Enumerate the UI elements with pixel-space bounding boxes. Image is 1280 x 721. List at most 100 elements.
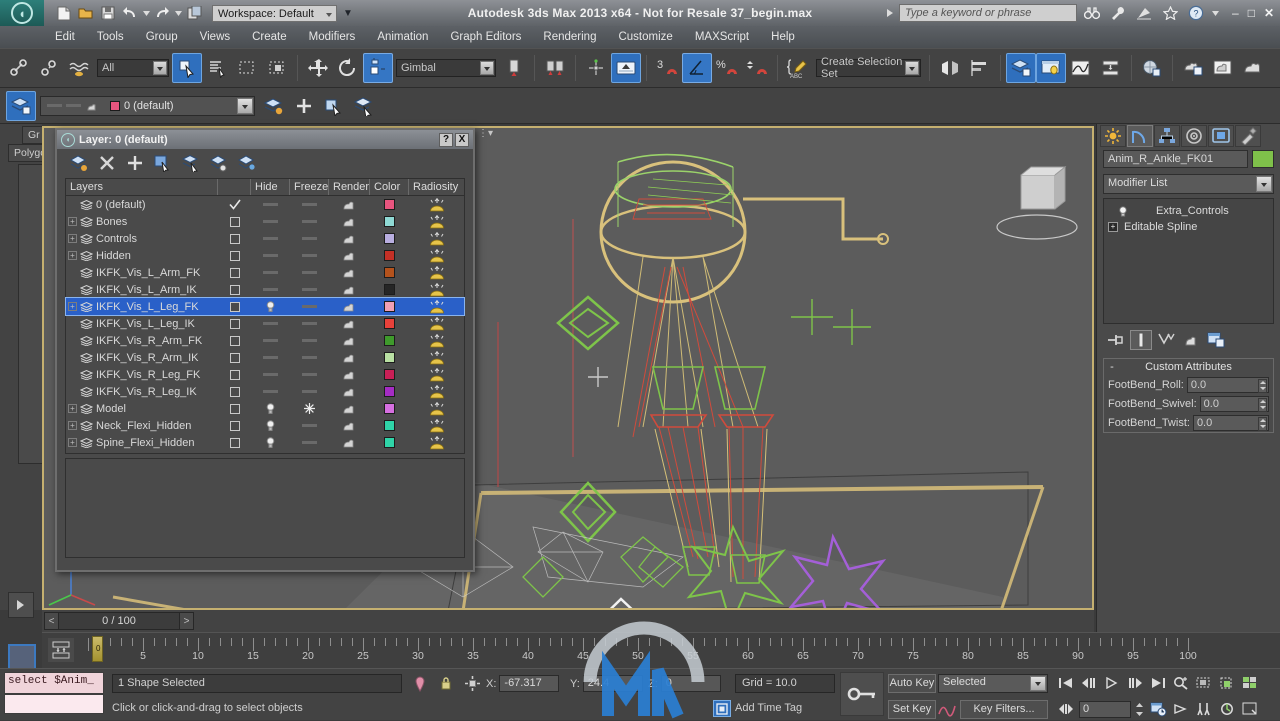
render-toggle-icon[interactable] bbox=[342, 233, 357, 245]
align-icon[interactable] bbox=[965, 53, 995, 83]
layer-manager-icon[interactable] bbox=[6, 90, 36, 121]
freeze-cell[interactable] bbox=[290, 220, 329, 223]
manage-layers-icon[interactable] bbox=[1006, 53, 1036, 83]
redo-icon[interactable] bbox=[152, 3, 172, 23]
expand-layer-icon[interactable]: + bbox=[68, 234, 77, 243]
create-new-layer-icon[interactable] bbox=[259, 91, 289, 121]
set-current-layer-checkbox[interactable] bbox=[229, 335, 240, 346]
field-of-view-icon[interactable] bbox=[1217, 674, 1237, 692]
radiosity-icon[interactable] bbox=[429, 384, 445, 399]
set-project-folder-icon[interactable] bbox=[184, 3, 204, 23]
color-cell[interactable] bbox=[370, 233, 409, 244]
stack-item-editable-spline[interactable]: + Editable Spline bbox=[1104, 219, 1273, 235]
bulb-icon[interactable] bbox=[1118, 205, 1128, 217]
freeze-layer-toggle[interactable] bbox=[302, 288, 317, 291]
radiosity-icon[interactable] bbox=[429, 418, 445, 433]
maximize-viewport-icon[interactable] bbox=[1240, 674, 1260, 692]
radiosity-icon[interactable] bbox=[429, 333, 445, 348]
modifier-list-select[interactable]: Modifier List bbox=[1103, 174, 1274, 194]
hide-toggle-icon[interactable] bbox=[47, 104, 62, 107]
render-toggle-icon[interactable] bbox=[342, 420, 357, 432]
current-cell[interactable] bbox=[218, 199, 251, 210]
select-objects-in-layer-icon[interactable] bbox=[319, 91, 349, 121]
object-color-swatch[interactable] bbox=[1252, 150, 1274, 168]
highlight-selected-objects-icon[interactable] bbox=[209, 153, 229, 173]
table-row[interactable]: + Spine_Flexi_Hidden bbox=[66, 434, 464, 451]
select-link-icon[interactable] bbox=[4, 53, 34, 83]
chevron-down-icon[interactable] bbox=[237, 97, 253, 114]
dialog-help-button[interactable]: ? bbox=[439, 132, 453, 147]
edit-named-selection-icon[interactable]: ABC bbox=[783, 53, 813, 83]
object-name-input[interactable]: Anim_R_Ankle_FK01 bbox=[1103, 150, 1248, 168]
table-row[interactable]: + Model bbox=[66, 400, 464, 417]
current-layer-select[interactable]: 0 (default) bbox=[40, 95, 255, 116]
motion-tab-icon[interactable] bbox=[1181, 125, 1207, 147]
hide-cell[interactable] bbox=[251, 436, 290, 449]
set-current-layer-checkbox[interactable] bbox=[229, 267, 240, 278]
render-toggle-icon[interactable] bbox=[342, 216, 357, 228]
z-coordinate[interactable]: Z: 0 bbox=[648, 674, 721, 693]
expand-layer-icon[interactable]: + bbox=[68, 438, 77, 447]
current-layer-check-icon[interactable] bbox=[228, 199, 241, 210]
radiosity-icon[interactable] bbox=[429, 435, 445, 450]
help-dropdown-icon[interactable] bbox=[1211, 3, 1220, 23]
hide-cell[interactable] bbox=[251, 271, 290, 274]
spinner-snap-icon[interactable] bbox=[742, 53, 772, 83]
radiosity-cell[interactable] bbox=[409, 367, 464, 382]
zoom-extents-icon[interactable] bbox=[1194, 674, 1214, 692]
hide-cell[interactable] bbox=[251, 356, 290, 359]
freeze-layer-toggle[interactable] bbox=[302, 424, 317, 427]
current-cell[interactable] bbox=[218, 403, 251, 414]
render-toggle-icon[interactable] bbox=[342, 284, 357, 296]
set-current-layer-checkbox[interactable] bbox=[229, 216, 240, 227]
radiosity-icon[interactable] bbox=[429, 401, 445, 416]
color-cell[interactable] bbox=[370, 216, 409, 227]
layers-table[interactable]: Layers Hide Freeze Render Color Radiosit… bbox=[65, 178, 465, 454]
hide-cell[interactable] bbox=[251, 419, 290, 432]
menu-item-views[interactable]: Views bbox=[189, 26, 241, 48]
hide-layer-toggle[interactable] bbox=[263, 220, 278, 223]
arc-rotate-icon[interactable] bbox=[1217, 700, 1237, 718]
open-mini-curve-editor-icon[interactable] bbox=[48, 638, 74, 662]
hide-layer-toggle[interactable] bbox=[263, 339, 278, 342]
current-cell[interactable] bbox=[218, 301, 251, 312]
radiosity-icon[interactable] bbox=[429, 265, 445, 280]
color-cell[interactable] bbox=[370, 369, 409, 380]
color-cell[interactable] bbox=[370, 335, 409, 346]
freeze-layer-toggle[interactable] bbox=[302, 339, 317, 342]
hide-cell[interactable] bbox=[251, 288, 290, 291]
workspace-selector[interactable]: Workspace: Default bbox=[212, 4, 337, 22]
render-cell[interactable] bbox=[329, 267, 370, 279]
render-production-icon[interactable] bbox=[1238, 53, 1268, 83]
render-toggle-icon[interactable] bbox=[342, 301, 357, 313]
radiosity-icon[interactable] bbox=[429, 282, 445, 297]
set-current-layer-checkbox[interactable] bbox=[229, 403, 240, 414]
remove-modifier-icon[interactable] bbox=[1180, 330, 1202, 350]
freeze-layer-toggle[interactable] bbox=[302, 220, 317, 223]
freeze-cell[interactable] bbox=[290, 237, 329, 240]
radiosity-icon[interactable] bbox=[429, 214, 445, 229]
key-filters-button[interactable]: Key Filters... bbox=[960, 700, 1048, 719]
render-toggle-icon[interactable] bbox=[342, 318, 357, 330]
render-toggle-icon[interactable] bbox=[342, 250, 357, 262]
hide-layer-toggle[interactable] bbox=[263, 322, 278, 325]
freeze-toggle-icon[interactable] bbox=[66, 104, 81, 107]
frame-spinner-icon[interactable] bbox=[1134, 700, 1145, 718]
radiosity-cell[interactable] bbox=[409, 333, 464, 348]
hide-layer-toggle[interactable] bbox=[263, 288, 278, 291]
select-object-icon[interactable] bbox=[172, 53, 202, 83]
workspace-overflow-icon[interactable]: ▼ bbox=[343, 8, 353, 19]
freeze-layer-toggle[interactable] bbox=[302, 356, 317, 359]
application-menu-button[interactable]: ◖ bbox=[0, 0, 44, 26]
layer-explorer-icon[interactable] bbox=[1036, 53, 1066, 83]
y-coordinate[interactable]: Y: 24.4 bbox=[570, 674, 643, 693]
table-row[interactable]: + IKFK_Vis_L_Leg_FK bbox=[65, 297, 465, 316]
set-current-layer-checkbox[interactable] bbox=[229, 284, 240, 295]
add-time-tag-label[interactable]: Add Time Tag bbox=[735, 702, 802, 714]
spinner-arrows-icon[interactable] bbox=[1258, 416, 1267, 431]
hide-cell[interactable] bbox=[251, 203, 290, 206]
snowflake-icon[interactable] bbox=[304, 403, 315, 414]
expand-layer-icon[interactable]: + bbox=[68, 217, 77, 226]
walk-through-icon[interactable] bbox=[1194, 700, 1214, 718]
freeze-cell[interactable] bbox=[290, 322, 329, 325]
